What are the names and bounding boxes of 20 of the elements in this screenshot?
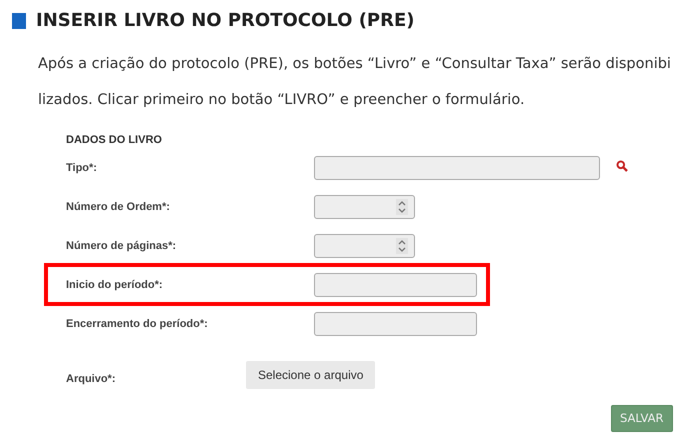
field-label: Inicio do período*: bbox=[66, 278, 164, 294]
input-field[interactable] bbox=[314, 156, 600, 180]
number-field[interactable] bbox=[314, 195, 415, 220]
input-field[interactable] bbox=[314, 312, 477, 336]
spinner-icon[interactable] bbox=[396, 238, 408, 254]
spinner-icon[interactable] bbox=[396, 199, 408, 216]
field-label: Número de Ordem*: bbox=[66, 200, 171, 216]
field-label: Tipo*: bbox=[66, 161, 98, 176]
intro-text: lizados. Clicar primeiro no botão “LIVRO” e preencher o formulário. bbox=[38, 90, 526, 110]
field-label: Arquivo*: bbox=[66, 372, 116, 388]
field-label: Número de páginas*: bbox=[66, 239, 178, 254]
search-icon[interactable] bbox=[616, 160, 628, 172]
heading-marker bbox=[12, 12, 26, 29]
field-label: Encerramento do período*: bbox=[66, 317, 209, 332]
input-field[interactable] bbox=[314, 273, 477, 298]
file-select-button[interactable]: Selecione o arquivo bbox=[246, 361, 376, 390]
section-title: DADOS DO LIVRO bbox=[66, 132, 163, 148]
number-field[interactable] bbox=[314, 234, 415, 258]
page-heading: INSERIR LIVRO NO PROTOCOLO (PRE) bbox=[36, 10, 415, 32]
intro-text: Após a criação do protocolo (PRE), os botões “Livro” e “Consultar Taxa” serão disponibi bbox=[38, 54, 672, 74]
